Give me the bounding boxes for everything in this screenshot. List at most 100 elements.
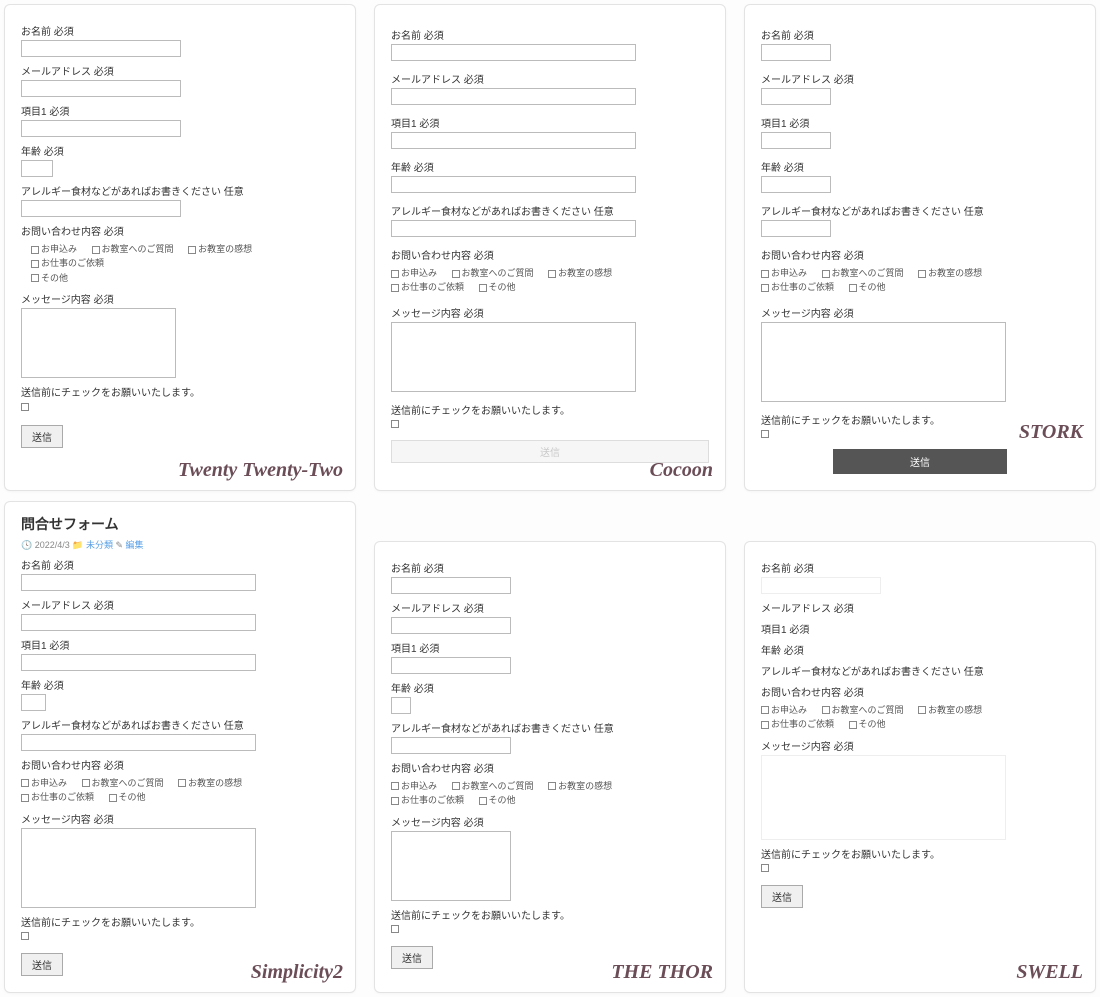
input-message[interactable] — [391, 322, 636, 392]
confirm-checkbox[interactable] — [21, 403, 29, 411]
label-allergy: アレルギー食材などがあればお書きください 任意 — [761, 203, 1079, 218]
label-email: メールアドレス 必須 — [761, 600, 1079, 615]
confirm-checkbox[interactable] — [21, 932, 29, 940]
label-allergy: アレルギー食材などがあればお書きください 任意 — [21, 717, 339, 732]
options-row: お申込み お教室へのご質問 お教室の感想 お仕事のご依頼 その他 — [21, 242, 339, 285]
opt-job[interactable]: お仕事のご依頼 — [391, 795, 470, 805]
opt-review[interactable]: お教室の感想 — [188, 244, 258, 254]
opt-other[interactable]: その他 — [479, 795, 522, 805]
input-allergy[interactable] — [761, 220, 831, 237]
input-message[interactable] — [761, 322, 1006, 402]
input-item1[interactable] — [21, 654, 256, 671]
label-message: メッセージ内容 必須 — [391, 814, 709, 829]
opt-question[interactable]: お教室へのご質問 — [92, 244, 180, 254]
label-message: メッセージ内容 必須 — [391, 305, 709, 320]
input-email[interactable] — [761, 88, 831, 105]
input-age[interactable] — [761, 176, 831, 193]
input-name[interactable] — [391, 44, 636, 61]
submit-button[interactable]: 送信 — [833, 449, 1008, 474]
input-name[interactable] — [391, 577, 511, 594]
opt-apply[interactable]: お申込み — [761, 268, 813, 278]
input-allergy[interactable] — [391, 220, 636, 237]
options-row: お申込み お教室へのご質問 お教室の感想 お仕事のご依頼 その他 — [391, 266, 709, 295]
input-name[interactable] — [21, 40, 181, 57]
opt-review[interactable]: お教室の感想 — [918, 268, 988, 278]
opt-job[interactable]: お仕事のご依頼 — [761, 282, 840, 292]
opt-other[interactable]: その他 — [109, 792, 152, 802]
label-age: 年齢 必須 — [21, 677, 339, 692]
opt-job[interactable]: お仕事のご依頼 — [391, 282, 470, 292]
post-edit[interactable]: 編集 — [126, 540, 144, 550]
input-email[interactable] — [391, 88, 636, 105]
input-allergy[interactable] — [21, 200, 181, 217]
input-item1[interactable] — [391, 657, 511, 674]
input-message[interactable] — [391, 831, 511, 901]
input-item1[interactable] — [391, 132, 636, 149]
input-age[interactable] — [391, 176, 636, 193]
label-name: お名前 必須 — [21, 23, 339, 38]
opt-apply[interactable]: お申込み — [391, 781, 443, 791]
form-twenty-twenty-two: お名前 必須 メールアドレス 必須 項目1 必須 年齢 必須 アレルギー食材など… — [4, 4, 356, 491]
opt-review[interactable]: お教室の感想 — [918, 705, 988, 715]
confirm-checkbox[interactable] — [391, 420, 399, 428]
post-category[interactable]: 未分類 — [86, 540, 113, 550]
opt-other[interactable]: その他 — [31, 273, 74, 283]
opt-review[interactable]: お教室の感想 — [548, 781, 618, 791]
submit-button[interactable]: 送信 — [21, 425, 63, 448]
opt-apply[interactable]: お申込み — [21, 778, 73, 788]
opt-job[interactable]: お仕事のご依頼 — [761, 719, 840, 729]
opt-job[interactable]: お仕事のご依頼 — [21, 792, 100, 802]
opt-other[interactable]: その他 — [479, 282, 522, 292]
confirm-checkbox[interactable] — [391, 925, 399, 933]
input-message[interactable] — [761, 755, 1006, 840]
opt-question[interactable]: お教室へのご質問 — [452, 268, 540, 278]
opt-other[interactable]: その他 — [849, 719, 892, 729]
label-age: 年齢 必須 — [21, 143, 339, 158]
opt-question[interactable]: お教室へのご質問 — [82, 778, 170, 788]
label-inquiry: お問い合わせ内容 必須 — [761, 247, 1079, 262]
label-age: 年齢 必須 — [761, 159, 1079, 174]
submit-button[interactable]: 送信 — [761, 885, 803, 908]
confirm-checkbox[interactable] — [761, 430, 769, 438]
label-item1: 項目1 必須 — [761, 115, 1079, 130]
label-name: お名前 必須 — [761, 27, 1079, 42]
opt-apply[interactable]: お申込み — [391, 268, 443, 278]
submit-button[interactable]: 送信 — [21, 953, 63, 976]
post-date: 2022/4/3 — [35, 540, 70, 550]
input-name[interactable] — [761, 577, 881, 594]
label-message: メッセージ内容 必須 — [761, 305, 1079, 320]
input-item1[interactable] — [761, 132, 831, 149]
form-the-thor: お名前 必須 メールアドレス 必須 項目1 必須 年齢 必須 アレルギー食材など… — [374, 541, 726, 993]
theme-caption: Simplicity2 — [251, 961, 343, 984]
label-email: メールアドレス 必須 — [391, 71, 709, 86]
opt-review[interactable]: お教室の感想 — [178, 778, 248, 788]
opt-question[interactable]: お教室へのご質問 — [822, 268, 910, 278]
opt-apply[interactable]: お申込み — [31, 244, 83, 254]
input-email[interactable] — [21, 614, 256, 631]
label-name: お名前 必須 — [21, 557, 339, 572]
input-name[interactable] — [761, 44, 831, 61]
input-age[interactable] — [21, 694, 46, 711]
label-name: お名前 必須 — [761, 560, 1079, 575]
opt-review[interactable]: お教室の感想 — [548, 268, 618, 278]
label-item1: 項目1 必須 — [761, 621, 1079, 636]
opt-other[interactable]: その他 — [849, 282, 892, 292]
opt-apply[interactable]: お申込み — [761, 705, 813, 715]
submit-button[interactable]: 送信 — [391, 946, 433, 969]
opt-question[interactable]: お教室へのご質問 — [452, 781, 540, 791]
input-allergy[interactable] — [21, 734, 256, 751]
input-email[interactable] — [21, 80, 181, 97]
input-allergy[interactable] — [391, 737, 511, 754]
input-email[interactable] — [391, 617, 511, 634]
input-message[interactable] — [21, 828, 256, 908]
submit-button[interactable]: 送信 — [391, 440, 709, 463]
confirm-checkbox[interactable] — [761, 864, 769, 872]
input-age[interactable] — [21, 160, 53, 177]
input-message[interactable] — [21, 308, 176, 378]
opt-question[interactable]: お教室へのご質問 — [822, 705, 910, 715]
input-name[interactable] — [21, 574, 256, 591]
input-age[interactable] — [391, 697, 411, 714]
input-item1[interactable] — [21, 120, 181, 137]
label-email: メールアドレス 必須 — [21, 597, 339, 612]
opt-job[interactable]: お仕事のご依頼 — [31, 258, 110, 268]
